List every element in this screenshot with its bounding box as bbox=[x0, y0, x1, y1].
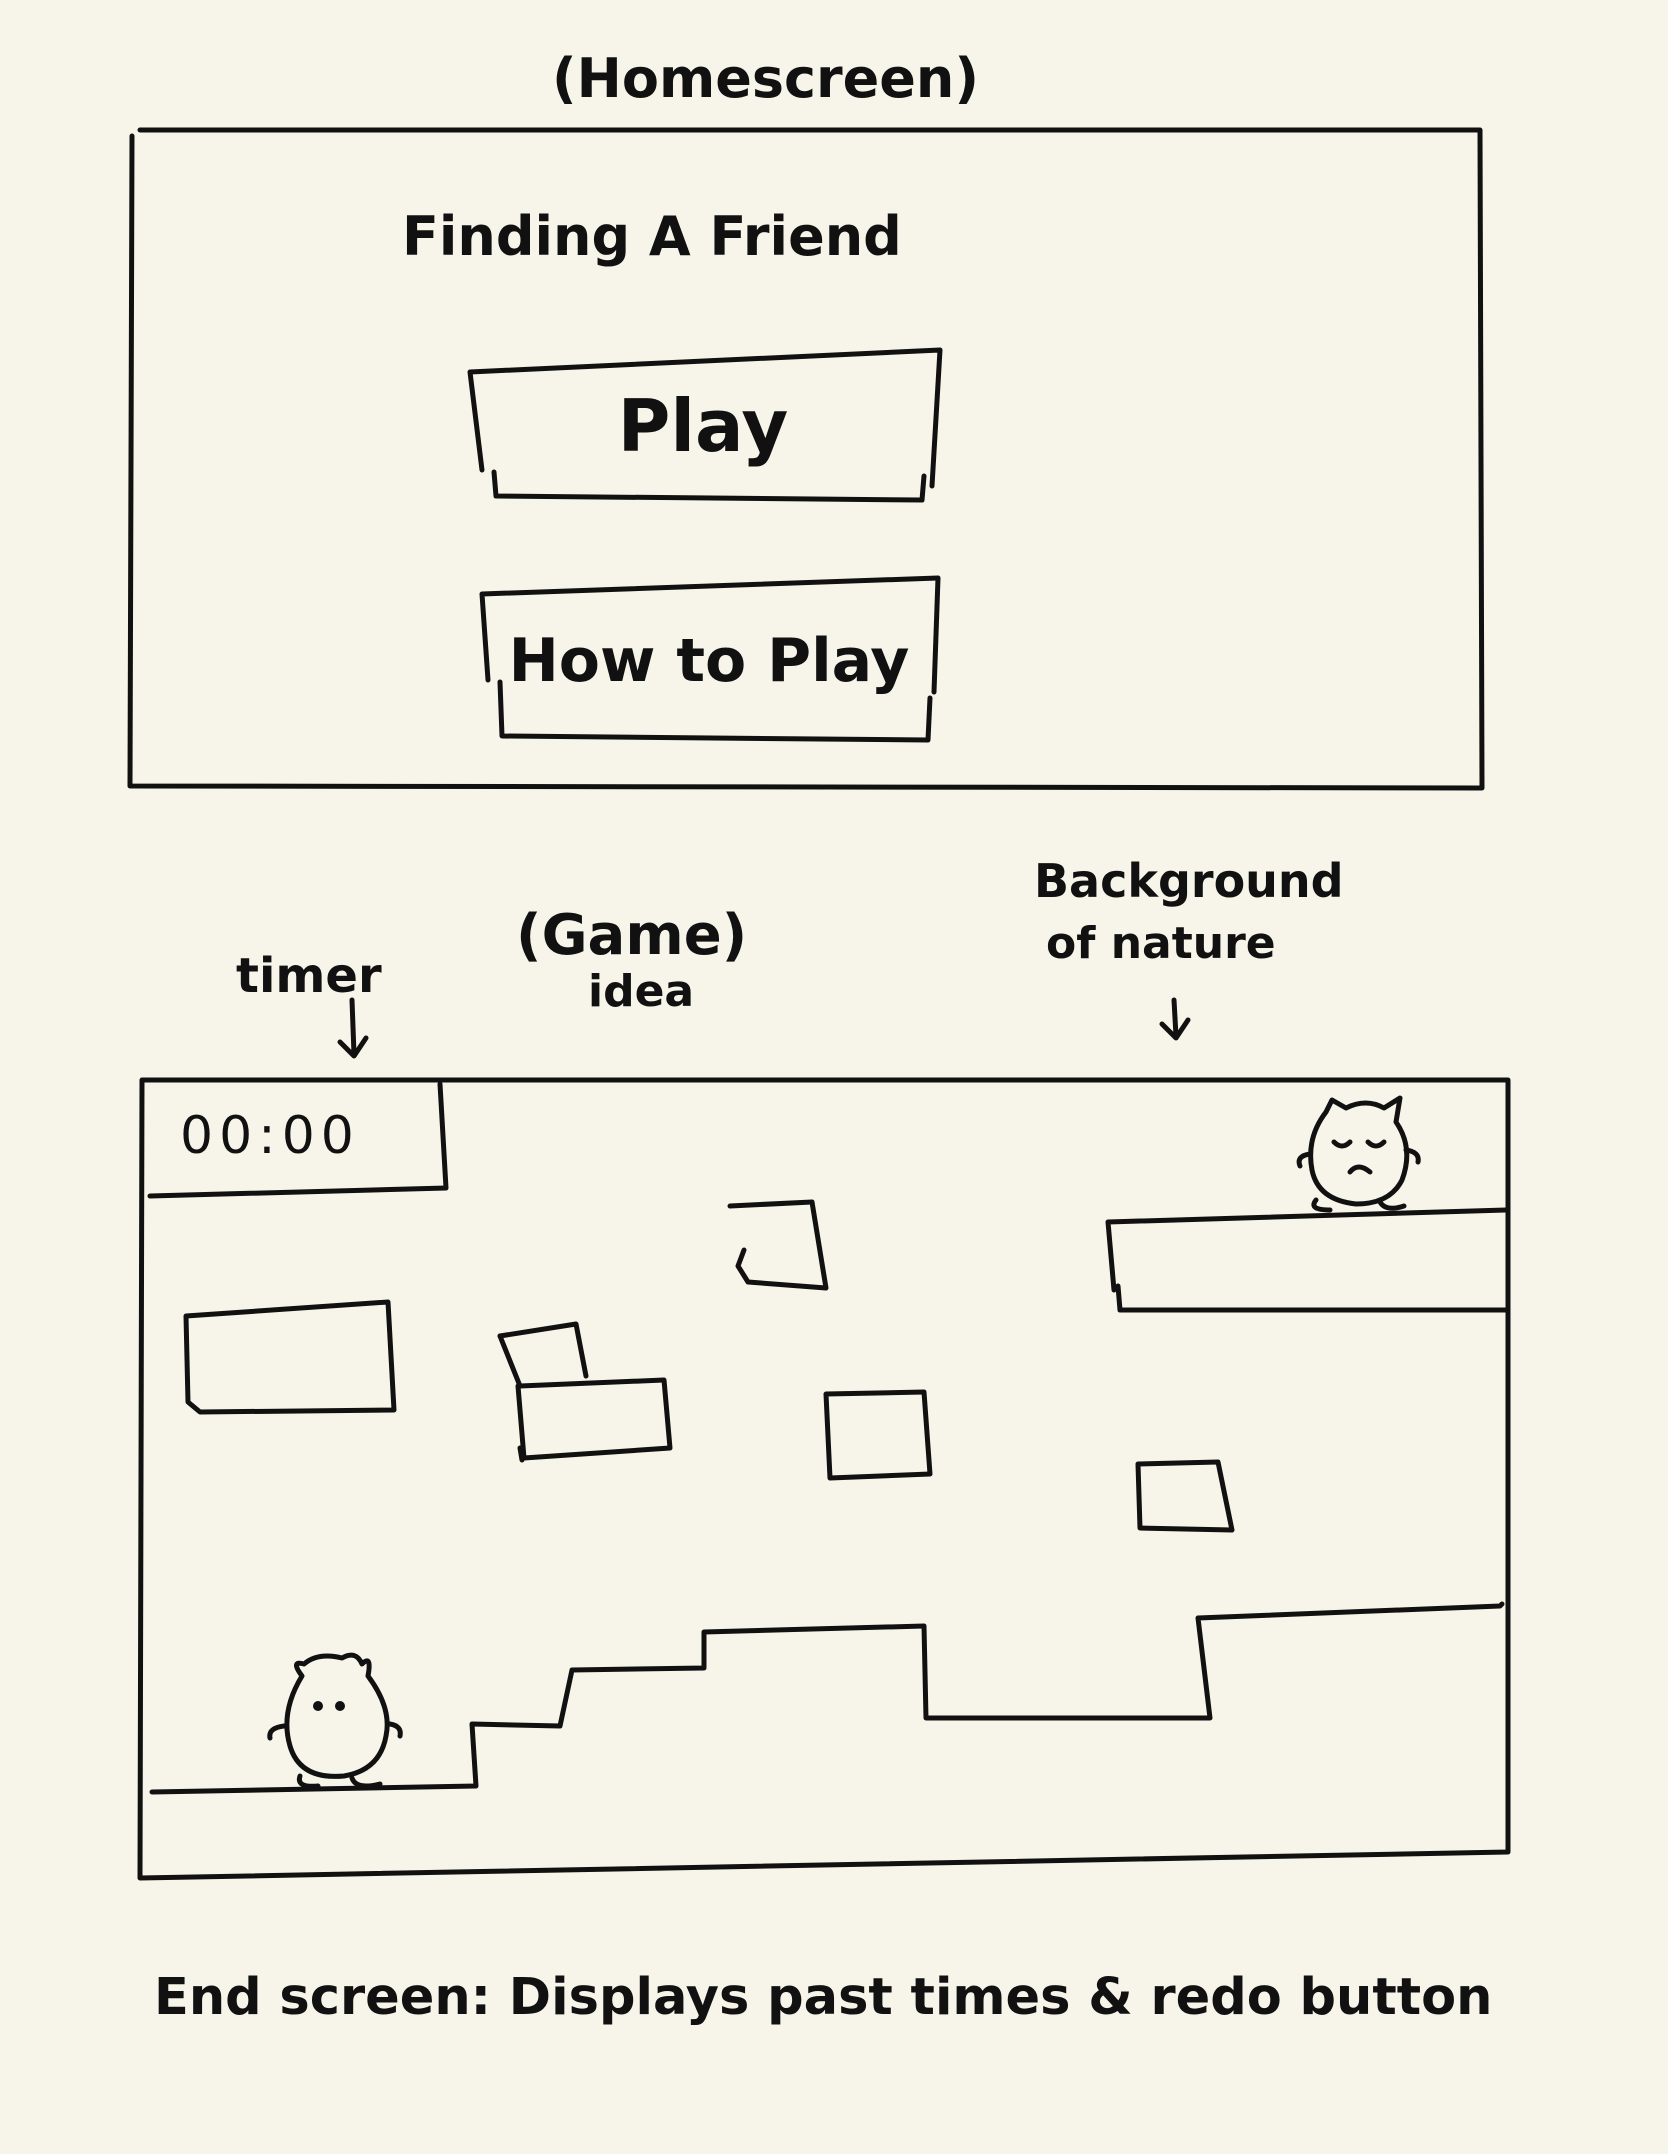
how-to-play-button-label: How to Play bbox=[508, 626, 910, 696]
goal-ledge bbox=[1105, 1207, 1509, 1313]
timer-note: timer bbox=[236, 948, 382, 1004]
timer-display: 00:00 bbox=[180, 1106, 360, 1166]
arrow-down-icon bbox=[337, 997, 369, 1059]
stepped-ground bbox=[149, 1601, 1505, 1795]
background-note-line2: of nature bbox=[1046, 918, 1276, 969]
platform-block-mid-center bbox=[823, 1389, 933, 1481]
play-button[interactable]: Play bbox=[470, 360, 936, 492]
game-frame bbox=[137, 1077, 1511, 1881]
platform-block-left bbox=[183, 1299, 397, 1415]
end-screen-note: End screen: Displays past times & redo b… bbox=[154, 1968, 1493, 2027]
homescreen-caption: (Homescreen) bbox=[552, 47, 980, 110]
sketch-canvas bbox=[127, 127, 1511, 1881]
arrow-down-icon bbox=[1159, 997, 1191, 1041]
game-caption-sub: idea bbox=[588, 966, 695, 1017]
platform-block-right bbox=[1135, 1459, 1235, 1533]
background-note: Background bbox=[1034, 854, 1344, 908]
platform-block-top-center bbox=[727, 1199, 829, 1291]
creature-icon bbox=[267, 1652, 403, 1789]
platform-block-stacked bbox=[497, 1333, 673, 1463]
game-caption: (Game) bbox=[516, 903, 748, 968]
play-button-label: Play bbox=[617, 384, 789, 468]
how-to-play-button[interactable]: How to Play bbox=[484, 586, 934, 736]
sleeping-creature-icon bbox=[1296, 1095, 1421, 1213]
game-title: Finding A Friend bbox=[402, 205, 902, 268]
